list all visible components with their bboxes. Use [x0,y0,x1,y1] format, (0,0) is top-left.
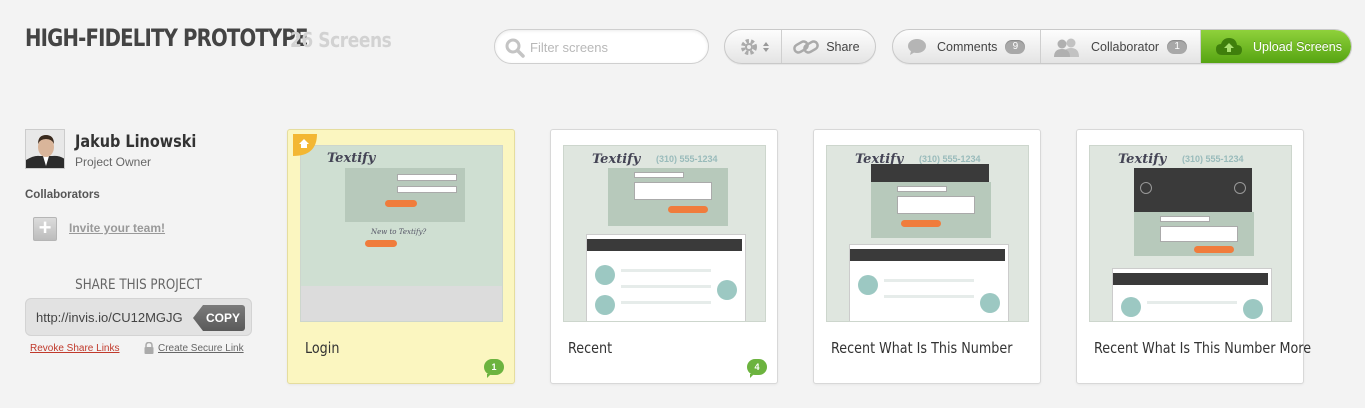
cloud-upload-icon [1216,37,1242,55]
filter-screens-search[interactable] [494,29,709,64]
screen-name: Login [305,339,340,357]
screen-name: Recent What Is This Number More [1094,339,1312,357]
owner-name: Jakub Linowski [75,132,197,152]
screen-card-recent-what-is-this-number[interactable]: Textify (310) 555-1234 Recent What Is Th… [813,129,1041,384]
screen-name: Recent What Is This Number [831,339,1013,357]
comment-count-badge[interactable]: 1 [484,359,504,378]
search-input[interactable] [530,38,695,56]
share-url-field[interactable]: http://invis.io/CU12MGJG COPY [25,298,252,336]
speech-bubble-icon [908,38,926,55]
revoke-share-links[interactable]: Revoke Share Links [30,343,120,354]
copy-button[interactable]: COPY [193,305,245,331]
thumbnail-new-to: New to Textify? [371,228,427,236]
add-collaborator-icon[interactable]: + [33,217,57,241]
thumbnail-phone: (310) 555-1234 [919,154,981,164]
screen-thumbnail[interactable]: Textify (310) 555-1234 [563,145,766,322]
thumbnail-phone: (310) 555-1234 [1182,154,1244,164]
upload-label: Upload Screens [1253,39,1342,54]
lock-icon [144,342,154,354]
comments-label: Comments [937,39,998,54]
settings-dropdown[interactable] [725,30,783,63]
share-project-heading: SHARE THIS PROJECT [75,277,202,293]
owner-role: Project Owner [75,155,152,169]
create-secure-link[interactable]: Create Secure Link [158,343,244,354]
actions-group: Comments 9 Collaborator 1 Upload Screens [892,29,1352,64]
collaborator-label: Collaborator [1091,39,1160,54]
screen-card-login[interactable]: Textify New to Textify? Login 1 [287,129,515,384]
screen-card-recent-what-is-this-number-more[interactable]: Textify (310) 555-1234 Recent What Is Th… [1076,129,1311,384]
thumbnail-logo: Textify [592,152,641,167]
screen-thumbnail[interactable]: Textify (310) 555-1234 [1089,145,1292,322]
comment-count-badge[interactable]: 4 [747,359,767,378]
settings-share-group: Share [724,29,876,64]
screen-thumbnail[interactable]: Textify (310) 555-1234 [826,145,1029,322]
gear-icon [740,38,757,55]
collaborator-button[interactable]: Collaborator 1 [1041,30,1201,63]
invite-team-link[interactable]: Invite your team! [69,221,165,235]
thumbnail-logo: Textify [327,151,376,166]
home-icon [293,134,317,156]
screen-name: Recent [568,339,613,357]
chain-link-icon [793,39,820,54]
thumbnail-logo: Textify [1118,152,1167,167]
comments-count-badge: 9 [1005,39,1026,54]
collaborators-heading: Collaborators [25,189,100,201]
thumbnail-phone: (310) 555-1234 [656,154,718,164]
share-url: http://invis.io/CU12MGJG [36,310,183,325]
screen-thumbnail[interactable]: Textify New to Textify? [300,145,503,322]
search-icon [505,38,525,58]
page-title: HIGH-FIDELITY PROTOTYPE [25,24,308,52]
owner-photo [26,130,64,168]
share-button[interactable]: Share [782,30,875,63]
sort-arrows-icon [762,41,769,52]
screen-card-recent[interactable]: Textify (310) 555-1234 Recent 4 [550,129,778,384]
comments-button[interactable]: Comments 9 [893,30,1041,63]
upload-screens-button[interactable]: Upload Screens [1201,30,1351,63]
collaborator-count-badge: 1 [1167,39,1188,54]
share-label: Share [826,39,860,54]
screen-count: 26 Screens [290,28,392,52]
avatar [25,129,65,169]
people-icon [1054,38,1079,57]
